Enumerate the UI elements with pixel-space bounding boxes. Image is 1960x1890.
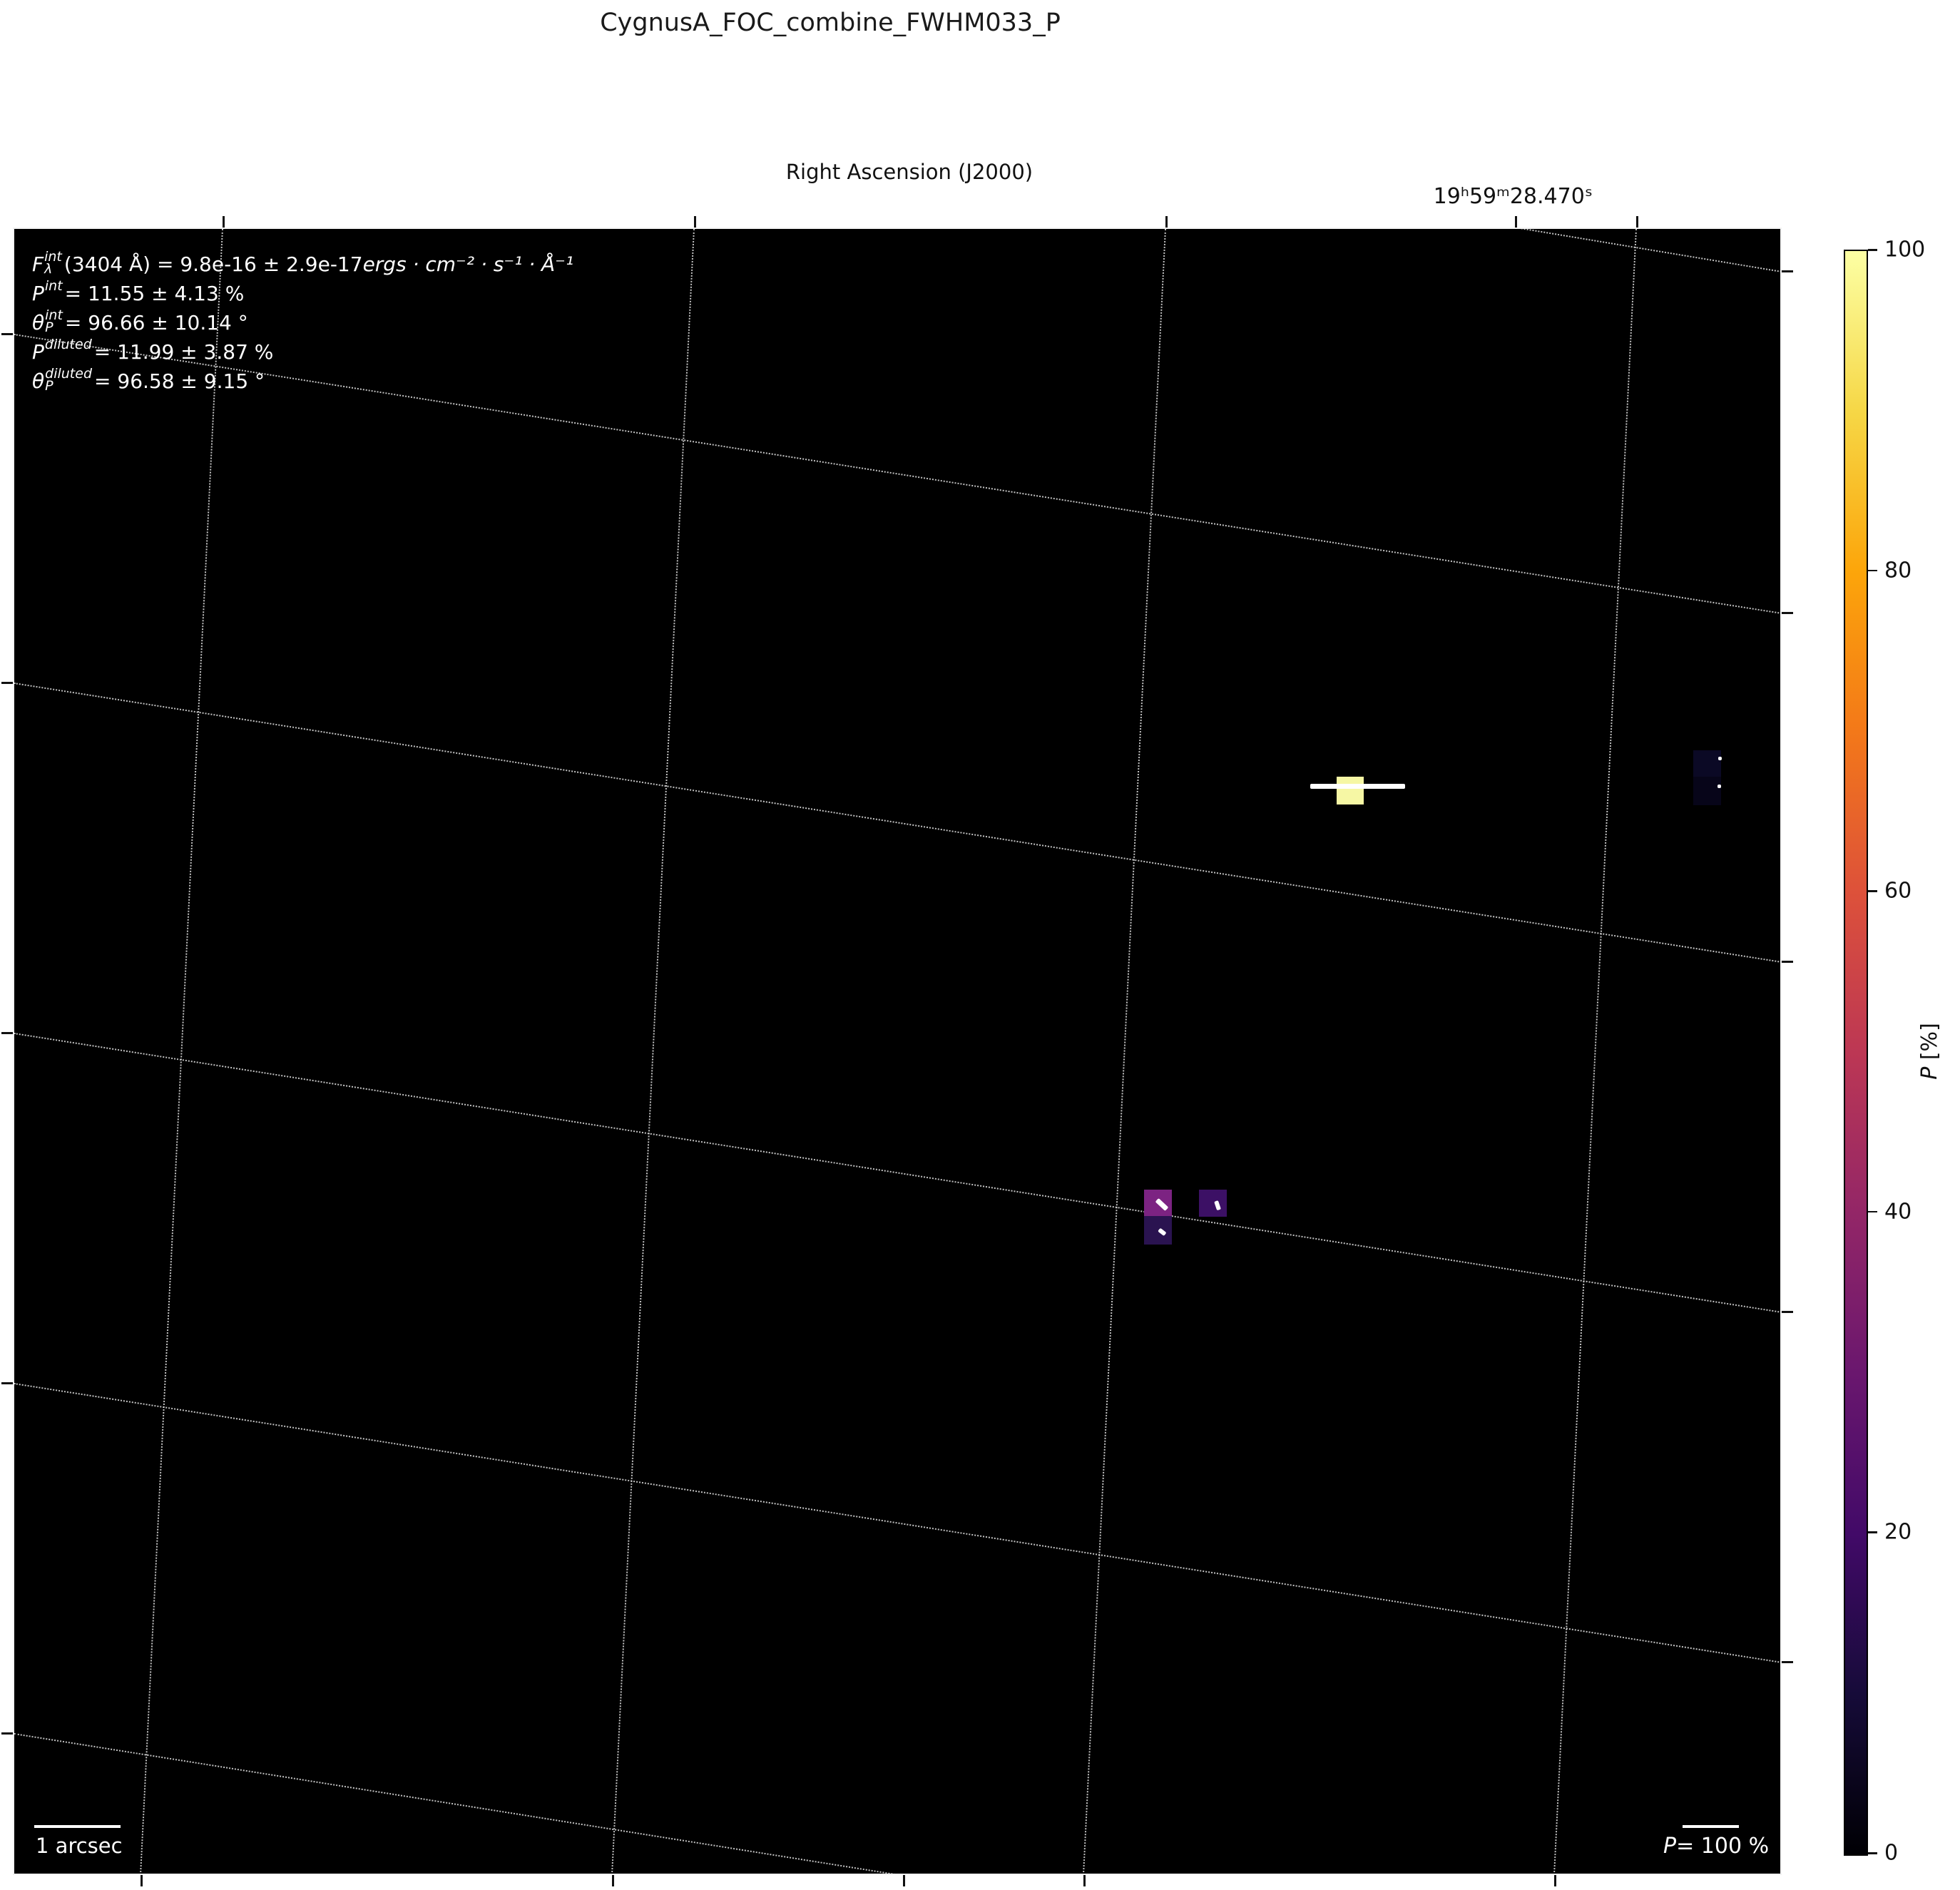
polarization-vector (1310, 783, 1405, 789)
axis-tick-top (1636, 216, 1638, 228)
gridline-dec (14, 683, 1780, 963)
annotation-p-diluted: Pdiluted = 11.99 ± 3.87 % (32, 337, 274, 364)
colorbar-tick (1868, 890, 1877, 892)
gridline-ra (140, 229, 223, 1874)
axis-tick-bottom (612, 1875, 614, 1886)
colorbar (1844, 250, 1868, 1856)
axis-tick-right (1782, 612, 1793, 614)
colorbar-tick (1868, 569, 1877, 572)
axis-tick-left (1, 1732, 13, 1735)
colorbar-label: P [%] (1917, 1023, 1942, 1080)
colorbar-tick-label: 60 (1884, 878, 1912, 904)
annotation-theta-diluted: θ diluted P = 96.58 ± 9.15 ° (32, 366, 265, 394)
gridline-ra (611, 229, 695, 1874)
colorbar-tick (1868, 1531, 1877, 1533)
axis-tick-top (1165, 216, 1168, 228)
axis-tick-right (1782, 1311, 1793, 1313)
polarization-reference-label: P= 100 % (1663, 1834, 1770, 1859)
figure-canvas: CygnusA_FOC_combine_FWHM033_P Right Asce… (0, 0, 1960, 1890)
axis-tick-bottom (1083, 1875, 1086, 1886)
x-axis-label: Right Ascension (J2000) (785, 160, 1033, 184)
gridline-dec (14, 1383, 1780, 1663)
colorbar-tick-label: 0 (1884, 1840, 1899, 1866)
axis-tick-top (1515, 216, 1517, 228)
polarization-vector (1717, 784, 1721, 788)
annotation-flux: Fint λ (3404 Å) = 9.8e-16 ± 2.9e-17 ergs ·… (32, 249, 574, 277)
colorbar-tick (1868, 1210, 1877, 1213)
scalebar-label: 1 arcsec (36, 1834, 123, 1858)
axis-tick-top (694, 216, 696, 228)
gridline-ra (1553, 229, 1637, 1874)
axis-tick-left (1, 1032, 13, 1034)
gridline-ra (1083, 229, 1166, 1874)
axis-tick-right (1782, 1661, 1793, 1663)
gridline-dec (1515, 229, 1780, 272)
axis-tick-left (1, 682, 13, 684)
polarization-vector (1718, 756, 1722, 760)
data-square (1337, 777, 1364, 804)
axis-tick-bottom (903, 1875, 905, 1886)
colorbar-tick (1868, 249, 1877, 251)
annotation-p-int: Pint = 11.55 ± 4.13 % (32, 278, 245, 306)
flux-annotation: Fint λ (3404 Å) = 9.8e-16 ± 2.9e-17 ergs ·… (32, 249, 574, 399)
colorbar-tick-label: 20 (1884, 1519, 1912, 1545)
axis-tick-top (223, 216, 225, 228)
colorbar-tick-label: 40 (1884, 1199, 1912, 1225)
axis-tick-left (1, 333, 13, 335)
data-square (1693, 777, 1721, 805)
sky-map-plot: Fint λ (3404 Å) = 9.8e-16 ± 2.9e-17 ergs ·… (13, 228, 1782, 1875)
colorbar-tick (1868, 1852, 1877, 1854)
annotation-theta-int: θ int P = 96.66 ± 10.14 ° (32, 307, 248, 335)
axis-tick-left (1, 1382, 13, 1384)
colorbar-tick-label: 100 (1884, 237, 1926, 262)
gridline-dec (14, 1033, 1780, 1313)
axis-tick-right (1782, 961, 1793, 963)
axis-tick-right (1782, 270, 1793, 272)
axis-tick-bottom (141, 1875, 143, 1886)
axis-tick-bottom (1554, 1875, 1556, 1886)
scalebar-line (34, 1825, 121, 1828)
polarization-reference-line (1683, 1825, 1739, 1828)
colorbar-tick-label: 80 (1884, 558, 1912, 583)
figure-title: CygnusA_FOC_combine_FWHM033_P (600, 9, 1061, 37)
data-square (1199, 1190, 1227, 1217)
data-square (1693, 750, 1721, 777)
x-axis-tick-label: 19ʰ59ᵐ28.470ˢ (1433, 184, 1593, 209)
gridline-dec (14, 1733, 904, 1874)
